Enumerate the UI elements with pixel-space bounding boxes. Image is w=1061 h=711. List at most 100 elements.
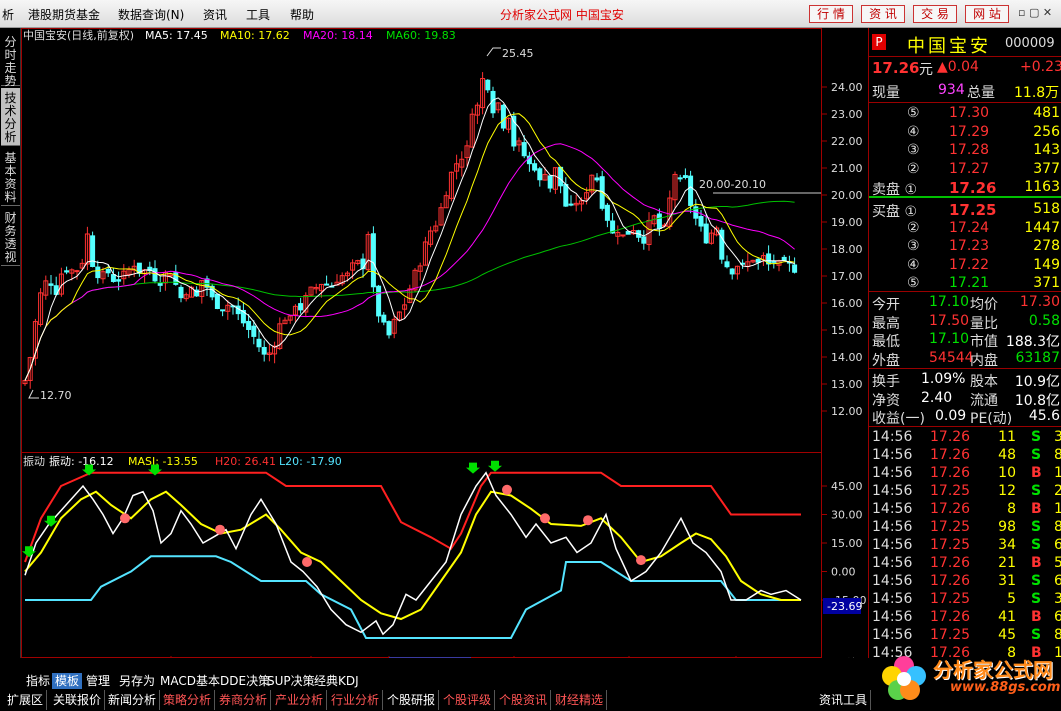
volume-label: 现量 <box>872 85 900 101</box>
ask-row: ④ 17.29 256 <box>869 124 1061 142</box>
quote-title-row: P 中国宝安 000009 <box>869 32 1061 57</box>
candle-body <box>771 260 777 263</box>
ma60-legend: MA60: 19.83 <box>386 29 456 42</box>
kline-chart[interactable]: 24.00 23.00 22.00 21.00 20.00 19.00 18.00 17.00… <box>21 28 868 660</box>
tick-volume: 10 <box>998 465 1016 481</box>
nav-tab[interactable]: 财经精选 <box>552 690 608 710</box>
nav-tab[interactable]: 行业分析 <box>328 690 384 710</box>
stat-value: 1.09% <box>921 371 966 387</box>
tick-time: 14:56 <box>872 537 913 553</box>
price-tick-label: 21.00 <box>831 162 863 175</box>
chart-stock-header: 中国宝安(日线,前复权) <box>23 28 134 42</box>
nav-tab[interactable]: 个股研报 <box>384 690 440 710</box>
menu-item-data-query[interactable]: 数据查询(N) <box>118 6 184 23</box>
indicator-tab[interactable]: 另存为 <box>116 673 158 689</box>
tick-count: 1 <box>1054 465 1061 481</box>
nav-tab[interactable]: 资讯工具 <box>816 690 872 710</box>
candle-body <box>116 279 122 282</box>
candle-body <box>682 175 688 178</box>
candle-body <box>214 293 220 310</box>
tick-count: 3 <box>1054 429 1061 445</box>
tick-volume: 5 <box>1007 591 1016 607</box>
watermark-text: 分析家公式网 <box>933 658 1053 682</box>
candle-body <box>256 338 262 348</box>
trade-button[interactable]: 交 易 <box>913 5 957 23</box>
tick-row: 14:56 17.25 34 S6 <box>869 537 1061 555</box>
window-title: 分析家公式网 中国宝安 <box>500 8 624 22</box>
stock-name: 中国宝安 <box>907 36 991 57</box>
l20-legend: L20: -17.90 <box>279 455 342 468</box>
nav-tab[interactable]: 关联报价 <box>50 690 106 710</box>
menu-item-news[interactable]: 资讯 <box>203 6 227 23</box>
tick-row: 14:56 17.25 45 S8 <box>869 627 1061 645</box>
tick-time: 14:56 <box>872 591 913 607</box>
nav-tab[interactable]: 新闻分析 <box>105 690 161 710</box>
nav-tab[interactable]: 产业分析 <box>272 690 328 710</box>
tick-price: 17.25 <box>930 591 971 607</box>
candle-body <box>558 166 564 187</box>
candle-body <box>521 142 527 157</box>
indicator-tab[interactable]: 管理 <box>83 673 113 689</box>
candle-body <box>386 321 392 336</box>
tick-side: B <box>1031 501 1042 517</box>
nav-tab[interactable]: 个股评级 <box>440 690 496 710</box>
nav-tab[interactable]: 扩展区 <box>4 690 48 710</box>
nav-tab[interactable]: 券商分析 <box>216 690 272 710</box>
menu-item-tools[interactable]: 工具 <box>246 6 270 23</box>
tick-volume: 11 <box>998 429 1016 445</box>
total-label: 总量 <box>967 85 995 101</box>
indicator-tab-strip: 指标 模板 管理 另存为 MACD基本 DDE决策 SUP决策 经典KDJ <box>21 672 821 690</box>
tab-technical[interactable]: 技术分析 <box>1 88 20 146</box>
candle-body <box>298 303 304 311</box>
tick-price: 17.26 <box>930 501 971 517</box>
tab-fundamentals[interactable]: 基本资料 <box>1 148 20 206</box>
candle-body <box>594 177 600 181</box>
candle-body <box>688 175 694 206</box>
nav-tab[interactable]: 个股资讯 <box>496 690 552 710</box>
ask-volume: 1163 <box>1024 179 1060 195</box>
menu-item-analysis[interactable]: 析 <box>2 6 14 23</box>
stat-label: 市值 <box>970 334 998 350</box>
ask-price: 17.28 <box>949 142 990 158</box>
tick-price: 17.25 <box>930 537 971 553</box>
ask-row: ② 17.27 377 <box>869 161 1061 179</box>
indicator-tab[interactable]: SUP决策 <box>264 673 318 689</box>
indicator-tab[interactable]: 模板 <box>52 673 83 689</box>
tick-volume: 34 <box>998 537 1016 553</box>
indicator-tab[interactable]: MACD基本 <box>157 673 223 689</box>
indicator-tab[interactable]: 指标 <box>23 673 53 689</box>
tab-financials[interactable]: 财务透视 <box>1 208 20 266</box>
ask-row: ⑤ 17.30 481 <box>869 105 1061 123</box>
bid-row: ④ 17.22 149 <box>869 257 1061 275</box>
tick-time: 14:56 <box>872 465 913 481</box>
indicator-value: 振动: -16.12 <box>49 454 114 468</box>
tick-count: 8 <box>1054 627 1061 643</box>
bid-row: ② 17.24 1447 <box>869 220 1061 238</box>
menu-item-hk-futures-funds[interactable]: 港股期货基金 <box>28 6 100 23</box>
tick-time: 14:56 <box>872 627 913 643</box>
stat-value: 17.30 <box>1019 294 1060 310</box>
indicator-tab[interactable]: 经典KDJ <box>311 673 362 689</box>
menu-item-help[interactable]: 帮助 <box>290 6 314 23</box>
stat-label: 最高 <box>872 315 900 332</box>
candle-body <box>485 79 491 91</box>
tick-volume: 41 <box>998 609 1016 625</box>
stat-value: 45.6 <box>1028 408 1060 424</box>
candle-body <box>698 216 704 227</box>
ask-price: 17.27 <box>949 160 990 177</box>
news-button[interactable]: 资 讯 <box>861 5 905 23</box>
tick-count: 3 <box>1054 591 1061 607</box>
website-button[interactable]: 网 站 <box>965 5 1009 23</box>
window-controls[interactable]: ▫ ▢ ✕ <box>1018 6 1056 22</box>
tick-volume: 48 <box>998 447 1016 463</box>
stats-row: 外盘 54544 内盘 63187 <box>869 350 1061 369</box>
price-tick-label: 12.00 <box>831 405 863 418</box>
bid-price: 17.23 <box>949 238 990 254</box>
tick-volume: 98 <box>998 519 1016 535</box>
tab-intraday[interactable]: 分时走势 <box>1 32 20 88</box>
nav-tab[interactable]: 策略分析 <box>160 690 216 710</box>
ask-price: 17.30 <box>949 105 990 121</box>
quotes-button[interactable]: 行 情 <box>809 5 853 23</box>
menu-bar: 析 港股期货基金 数据查询(N) 资讯 工具 帮助 分析家公式网 中国宝安 行 … <box>0 0 1061 28</box>
candle-body <box>677 177 683 180</box>
